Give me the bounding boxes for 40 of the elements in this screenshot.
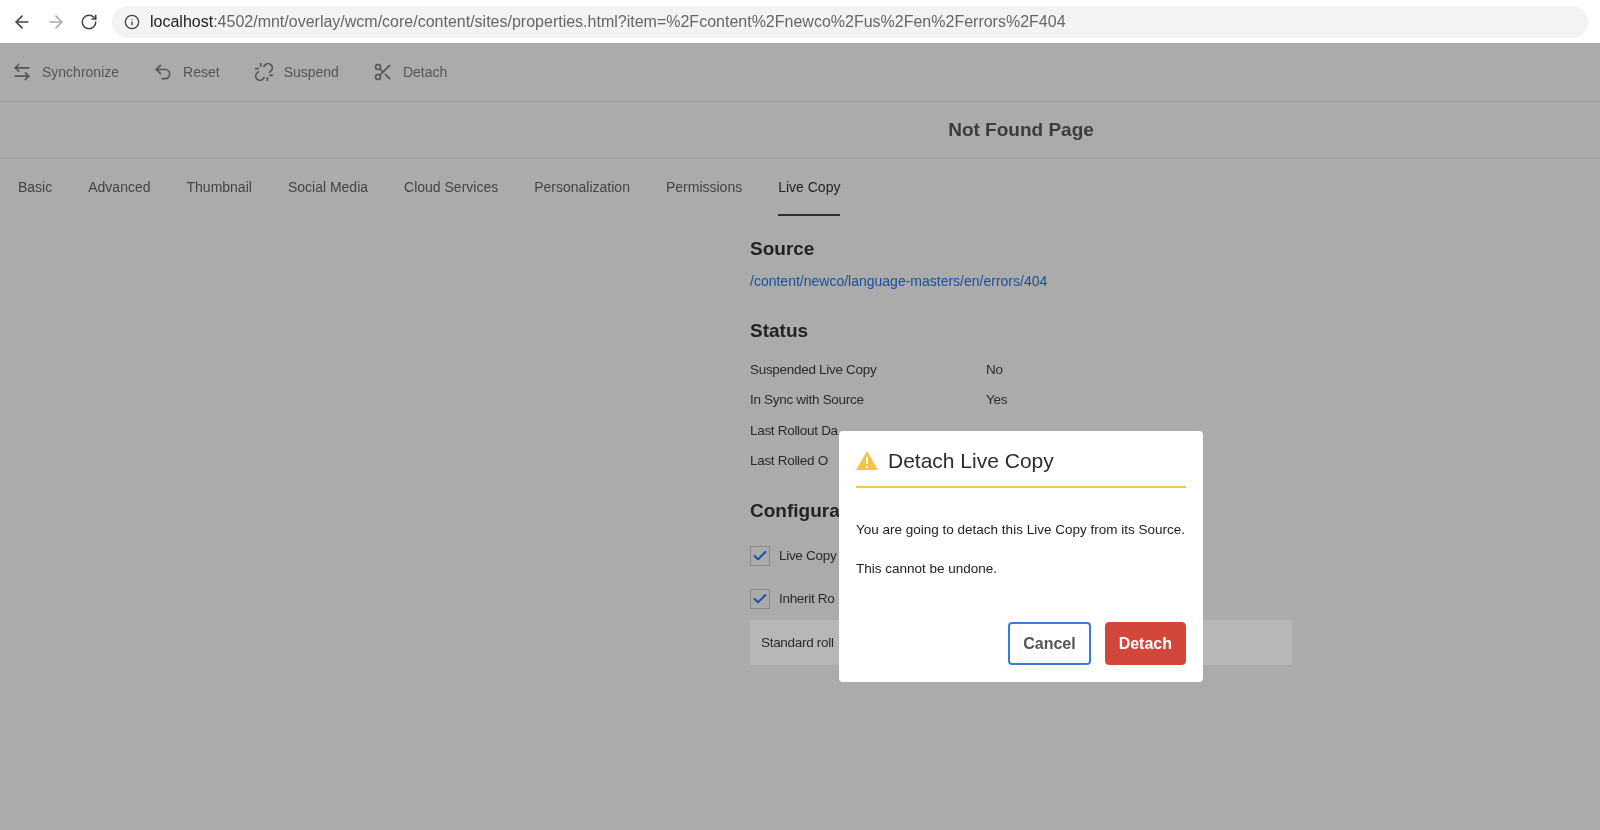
tab[interactable]: Basic (18, 159, 53, 216)
checkbox-label: Inherit Ro (779, 591, 835, 606)
checkbox-label: Live Copy (779, 548, 837, 563)
broken-link-icon (253, 62, 274, 82)
page-title: Not Found Page (948, 119, 1094, 141)
toolbar-button[interactable]: Detach (372, 62, 448, 82)
section-heading: Status (750, 320, 809, 342)
cancel-button[interactable]: Cancel (1008, 622, 1091, 665)
status-value: Yes (986, 392, 1009, 408)
url-text: localhost:4502/mnt/overlay/wcm/core/content/sites/properties.html?item=%2Fcontent%2Fnewco%2Fus%2Fen%2Ferrors%2F404 (150, 12, 1066, 31)
reload-button[interactable] (80, 12, 98, 31)
dialog-title: Detach Live Copy (888, 448, 1054, 473)
tab[interactable]: Cloud Services (404, 159, 499, 216)
warning-icon (856, 451, 878, 470)
status-value: No (986, 361, 1004, 377)
tab[interactable]: Social Media (287, 159, 369, 216)
address-bar[interactable]: localhost:4502/mnt/overlay/wcm/core/content/sites/properties.html?item=%2Fcontent%2Fnewco%2Fus%2Fen%2Ferrors%2F404 (112, 5, 1588, 38)
section-heading: Source (750, 238, 815, 260)
source-link[interactable]: /content/newco/language-masters/en/errors/404 (750, 273, 1048, 289)
dialog-message: You are going to detach this Live Copy from its Source. (856, 522, 1186, 537)
section-heading: Configura (750, 500, 840, 522)
sync-arrows-icon (12, 62, 32, 82)
status-label: Last Rolled O (750, 453, 828, 469)
detach-button[interactable]: Detach (1104, 622, 1186, 665)
toolbar-button[interactable]: Suspend (253, 62, 339, 82)
toolbar-button[interactable]: Synchronize (12, 62, 120, 82)
dialog-message: This cannot be undone. (856, 561, 999, 576)
tab[interactable]: Advanced (88, 159, 151, 216)
info-icon (124, 13, 140, 30)
status-label: Suspended Live Copy (750, 361, 877, 377)
status-label: In Sync with Source (750, 392, 864, 408)
tab[interactable]: Live Copy (778, 159, 841, 216)
toolbar-button[interactable]: Reset (153, 62, 220, 82)
tab[interactable]: Personalization (534, 159, 630, 216)
checkbox[interactable] (750, 588, 770, 609)
tab[interactable]: Permissions (665, 159, 743, 216)
scissors-icon (372, 62, 393, 82)
tab[interactable]: Thumbnail (186, 159, 252, 216)
checkbox[interactable] (750, 545, 770, 566)
status-label: Last Rollout Da (750, 422, 838, 438)
